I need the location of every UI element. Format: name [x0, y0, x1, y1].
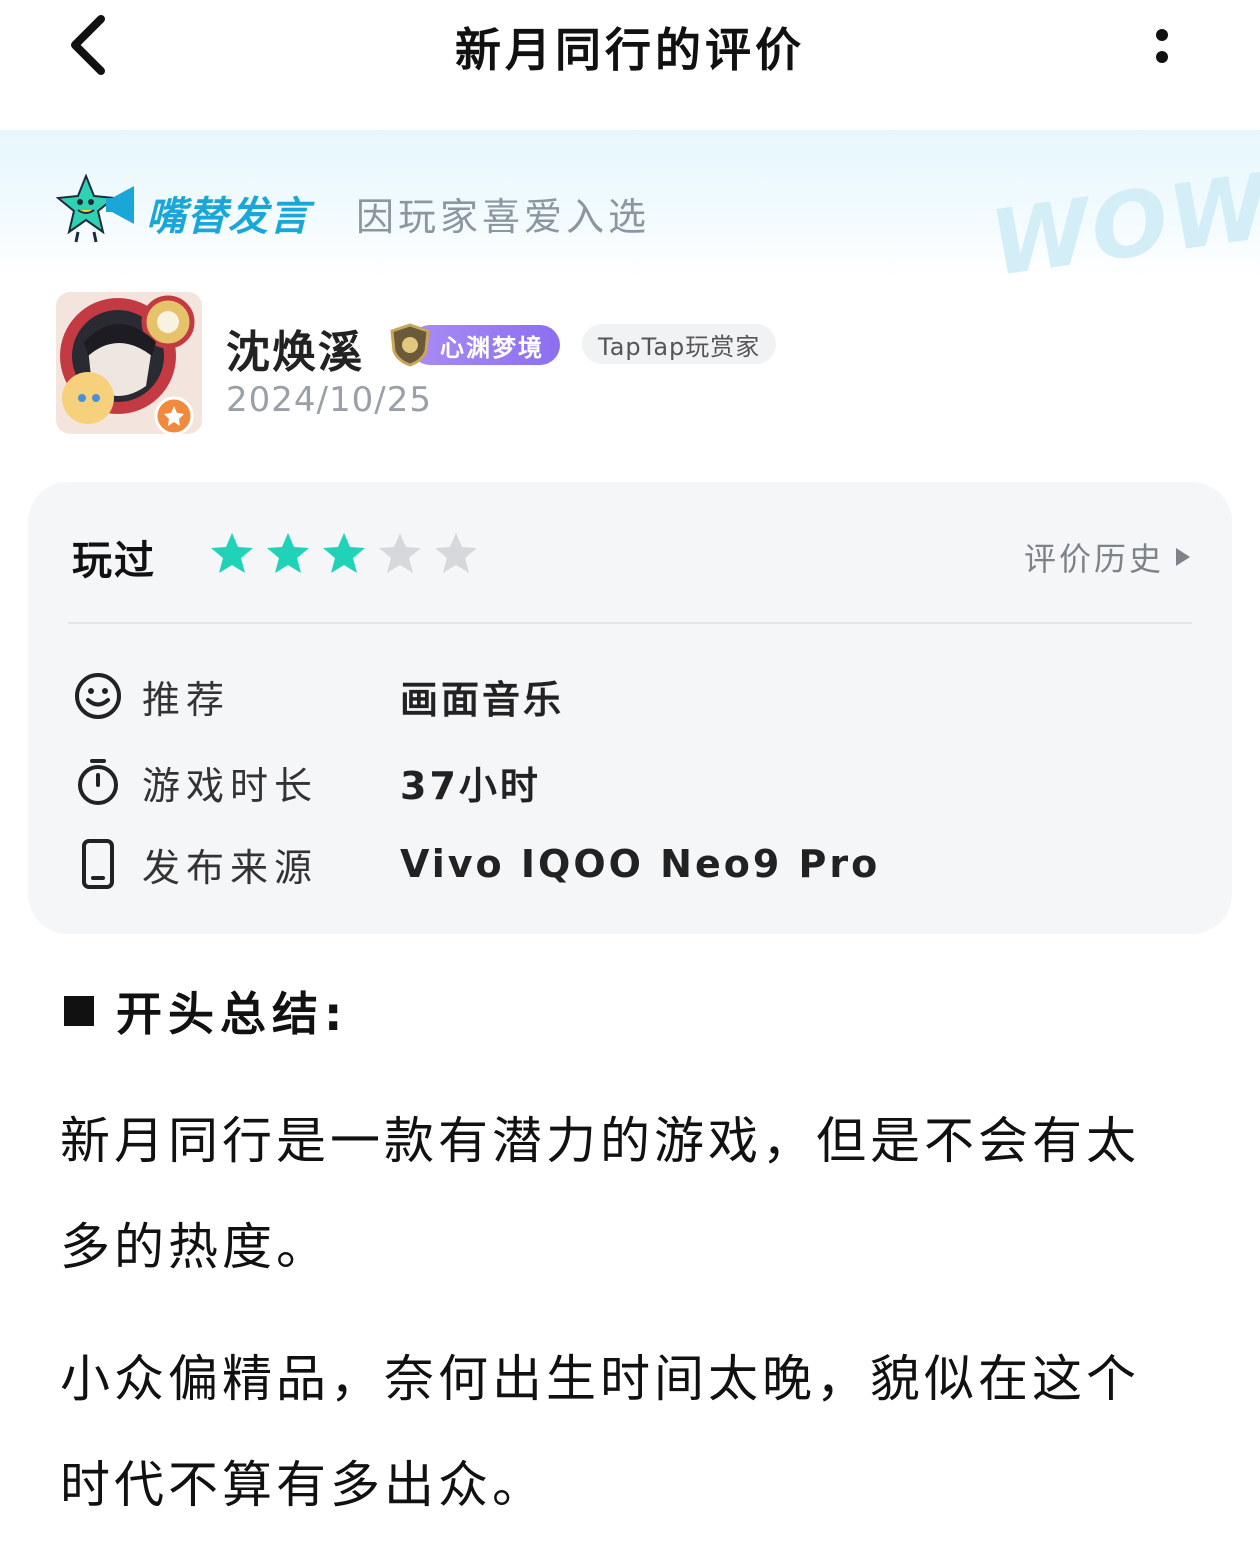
user-tag: TapTap玩赏家 [582, 324, 777, 364]
review-history-label: 评价历史 [1023, 540, 1164, 578]
star-rating [208, 530, 480, 578]
played-status: 玩过 [72, 538, 156, 584]
info-value: 37小时 [400, 763, 541, 808]
rank-badge: 心渊梦境 [388, 323, 560, 367]
banner-title: 嘴替发言 [146, 194, 310, 240]
review-history-link[interactable]: 评价历史 [1024, 534, 1192, 580]
info-key: 发布来源 [142, 845, 319, 890]
divider [68, 622, 1192, 624]
info-row-recommend: 推荐 画面音乐 [72, 666, 561, 726]
more-options-button[interactable] [1138, 16, 1186, 76]
info-row-playtime: 游戏时长 37小时 [72, 752, 538, 812]
section-heading: 开头总结: [64, 978, 348, 1044]
star-empty-icon [379, 533, 421, 573]
section-heading-text: 开头总结: [116, 987, 349, 1041]
post-date: 2024/10/25 [226, 380, 432, 420]
star-filled-icon [211, 533, 253, 573]
smiley-icon [72, 670, 124, 722]
star-filled-icon [267, 533, 309, 573]
review-paragraph: 新月同行是一款有潜力的游戏，但是不会有太多的热度。 [60, 1112, 1140, 1276]
review-info-card: 玩过 评价历史 推荐 画面音乐 游戏时长 37小时 发布来源 Vivo IQOO… [28, 482, 1232, 934]
featured-banner: 嘴替发言 因玩家喜爱入选 WOW! [0, 130, 1260, 280]
caret-right-icon [1176, 548, 1190, 566]
banner-subtitle: 因玩家喜爱入选 [356, 195, 651, 239]
star-empty-icon [435, 533, 477, 573]
review-paragraph: 小众偏精品，奈何出生时间太晚，貌似在这个时代不算有多出众。 [60, 1350, 1140, 1514]
info-key: 游戏时长 [142, 763, 319, 808]
info-key: 推荐 [142, 677, 231, 722]
info-value: 画面音乐 [400, 677, 565, 722]
avatar[interactable] [48, 286, 204, 436]
phone-icon [72, 838, 124, 890]
info-row-source: 发布来源 Vivo IQOO Neo9 Pro [72, 834, 877, 894]
info-value: Vivo IQOO Neo9 Pro [400, 842, 881, 886]
square-bullet-icon [64, 996, 94, 1026]
shield-emblem-icon [390, 323, 430, 367]
more-vertical-icon [1156, 29, 1168, 41]
star-filled-icon [323, 533, 365, 573]
page-title: 新月同行的评价 [455, 23, 805, 77]
rank-badge-label: 心渊梦境 [410, 325, 560, 365]
banner-watermark: WOW! [984, 147, 1260, 280]
mascot-megaphone-icon [56, 174, 134, 243]
username[interactable]: 沈焕溪 [226, 316, 364, 380]
stopwatch-icon [72, 756, 124, 808]
top-nav-bar: 新月同行的评价 [0, 0, 1260, 130]
